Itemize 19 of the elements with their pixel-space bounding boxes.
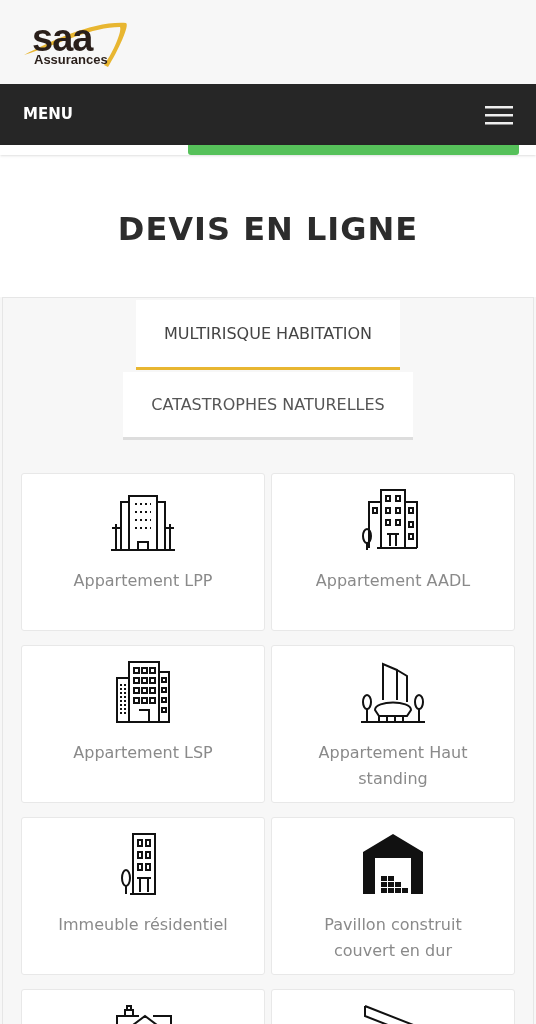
card-label: Appartement Haut standing xyxy=(317,742,469,790)
card-label: Appartement LSP xyxy=(72,742,214,764)
product-card[interactable]: Appartement AADL xyxy=(271,473,515,631)
product-card[interactable]: Immeuble résidentiel xyxy=(21,817,265,975)
menu-icon[interactable] xyxy=(485,104,513,125)
page-title: DEVIS EN LIGNE xyxy=(0,155,536,297)
product-card[interactable]: Pavillon construit couvert en dur xyxy=(271,817,515,975)
card-label: Pavillon construit couvert en dur xyxy=(323,914,463,962)
warehouse-icon xyxy=(361,832,425,896)
card-label: Appartement LPP xyxy=(72,570,214,592)
product-card[interactable]: Appartement LSP xyxy=(21,645,265,803)
card-label: Immeuble résidentiel xyxy=(57,914,229,936)
menu-label[interactable]: MENU xyxy=(23,103,73,126)
product-card[interactable]: Appartement LPP xyxy=(21,473,265,631)
tab[interactable]: CATASTROPHES NATURELLES xyxy=(123,372,413,440)
product-card[interactable]: Appartement Haut standing xyxy=(271,645,515,803)
building-icon xyxy=(361,660,425,724)
card-label: Appartement AADL xyxy=(314,570,472,592)
tab[interactable]: MULTIRISQUE HABITATION xyxy=(135,300,401,370)
